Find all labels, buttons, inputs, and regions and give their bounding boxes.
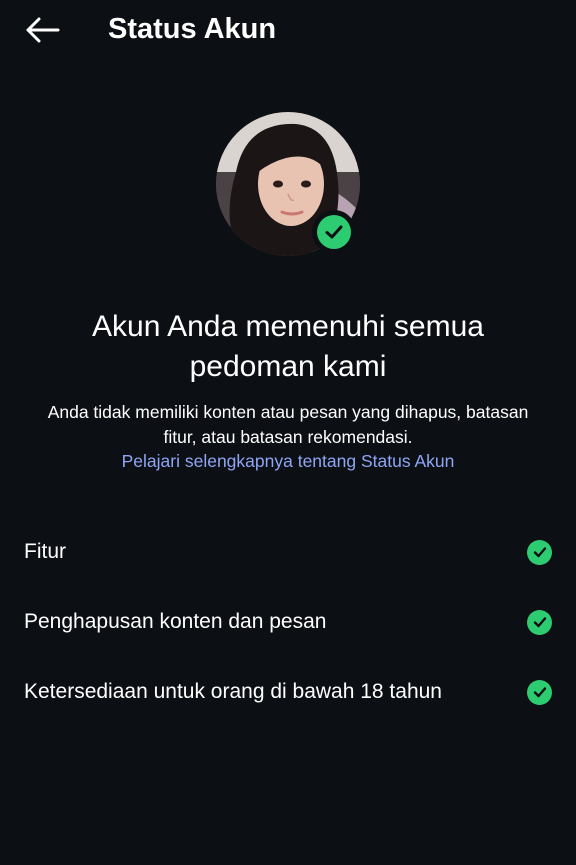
status-description: Anda tidak memiliki konten atau pesan ya… [47, 402, 529, 447]
check-circle-icon [527, 539, 552, 565]
verified-badge [312, 210, 356, 254]
back-button[interactable] [20, 10, 64, 50]
arrow-left-icon [26, 17, 60, 43]
learn-more-link[interactable]: Pelajari selengkapnya tentang Status Aku… [40, 449, 536, 474]
check-circle-icon [527, 679, 552, 705]
check-circle-icon [317, 215, 351, 249]
status-item-content-removal[interactable]: Penghapusan konten dan pesan [0, 587, 576, 657]
status-list: Fitur Penghapusan konten dan pesan Keter… [0, 517, 576, 727]
app-header: Status Akun [0, 0, 576, 60]
status-description-block: Anda tidak memiliki konten atau pesan ya… [40, 400, 536, 474]
status-item-label: Penghapusan konten dan pesan [24, 610, 327, 633]
status-headline: Akun Anda memenuhi semua pedoman kami [92, 310, 484, 383]
profile-avatar-container [216, 112, 360, 256]
check-circle-icon [527, 609, 552, 635]
status-item-label: Fitur [24, 540, 66, 563]
page-title: Status Akun [108, 13, 277, 45]
status-item-fitur[interactable]: Fitur [0, 517, 576, 587]
status-item-label: Ketersediaan untuk orang di bawah 18 tah… [24, 680, 442, 703]
status-item-under-18[interactable]: Ketersediaan untuk orang di bawah 18 tah… [0, 657, 576, 727]
